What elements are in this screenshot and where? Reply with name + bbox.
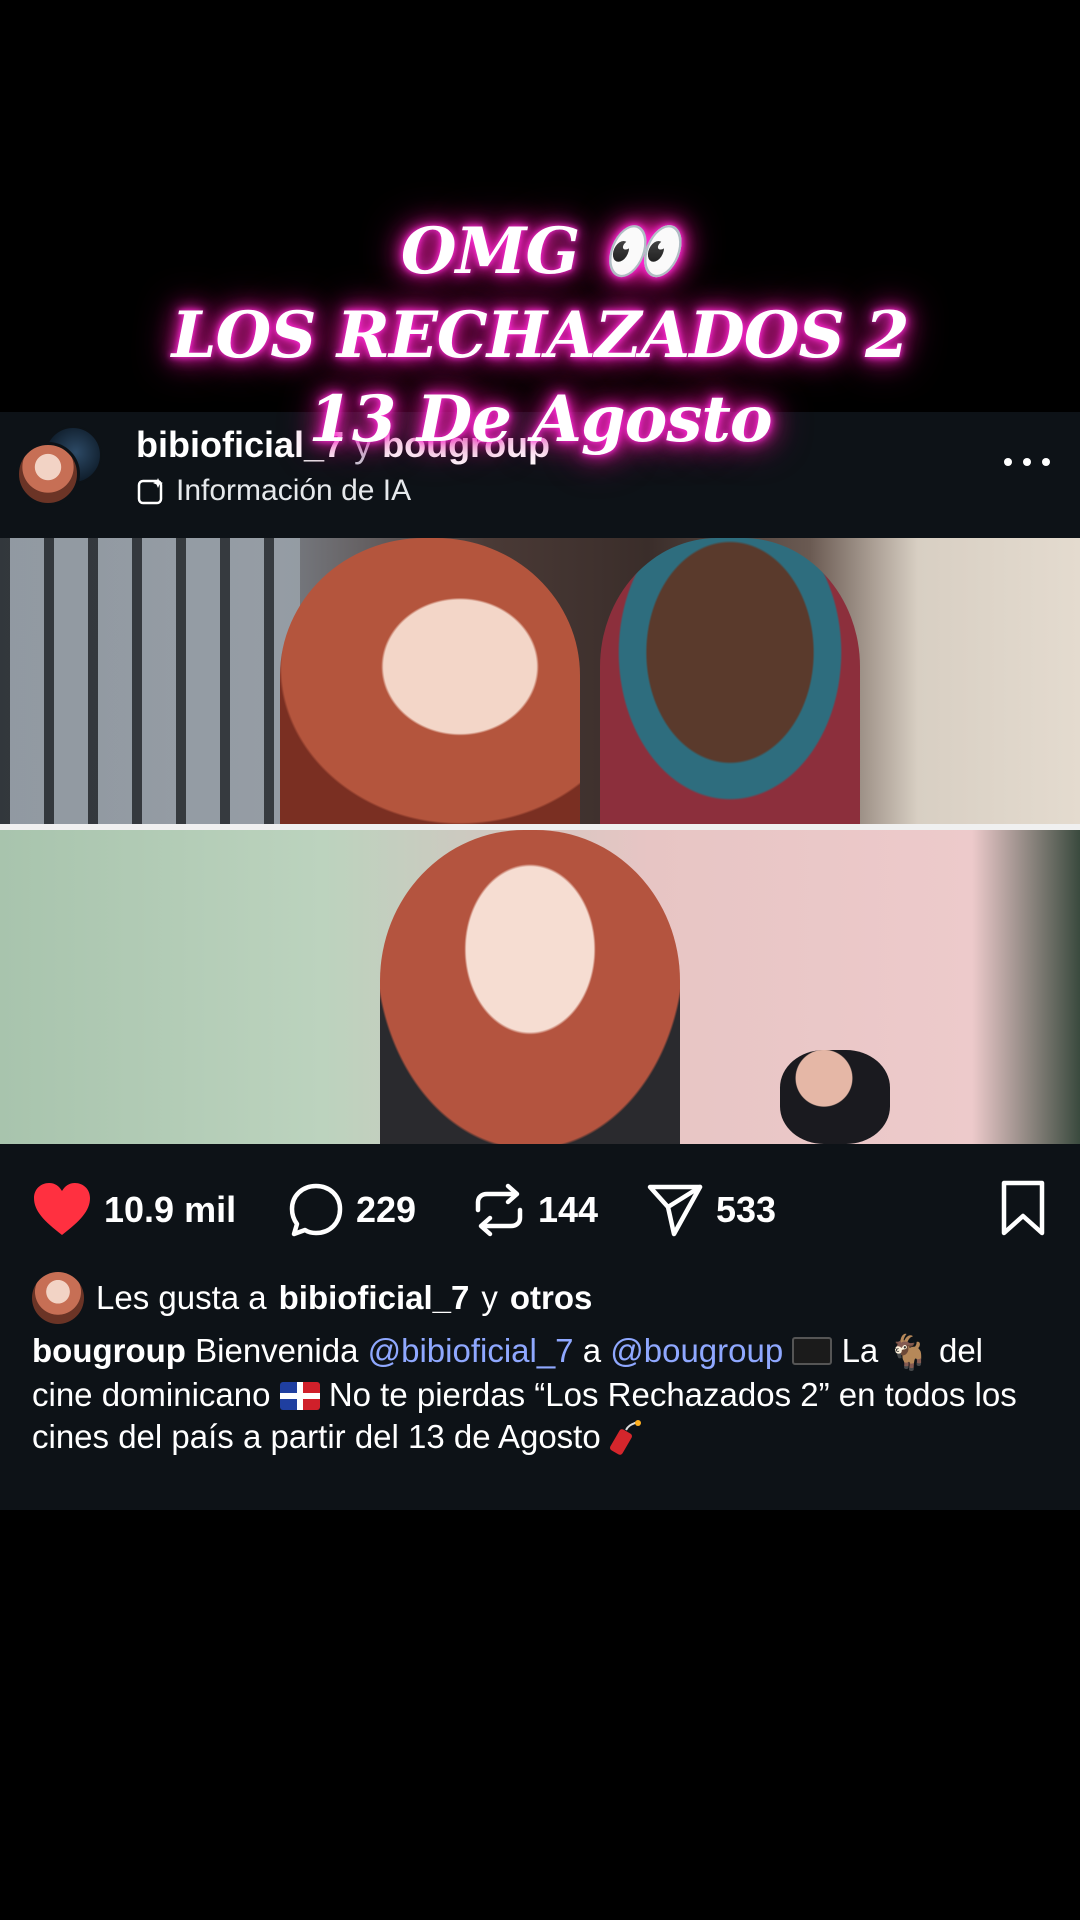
woman-red-hair: [280, 538, 580, 824]
comment-count: 229: [356, 1189, 417, 1230]
like-action[interactable]: 10.9 mil: [32, 1182, 236, 1238]
liker-username[interactable]: bibioficial_7: [279, 1279, 470, 1317]
caption-mention-2[interactable]: @bougroup: [610, 1332, 783, 1369]
overlay-line-2: LOS RECHAZADOS 2: [171, 298, 910, 373]
post-caption: bougroup Bienvenida @bibioficial_7 a @bo…: [32, 1330, 1052, 1458]
caption-mention-1[interactable]: @bibioficial_7: [368, 1332, 574, 1369]
share-count: 533: [716, 1189, 777, 1230]
firecracker-icon: [609, 1419, 641, 1455]
caption-username[interactable]: bougroup: [32, 1332, 186, 1369]
dominican-flag-icon: [279, 1381, 320, 1410]
instagram-post: bibioficial_7 y bougroup Información de …: [0, 412, 1080, 1510]
repost-count: 144: [538, 1189, 599, 1230]
ai-info-icon: [137, 478, 163, 505]
share-action[interactable]: 533: [646, 1182, 776, 1238]
likes-summary[interactable]: Les gusta a bibioficial_7 y otros: [32, 1272, 592, 1324]
black-flag-icon: [792, 1337, 833, 1366]
repost-action[interactable]: 144: [472, 1182, 598, 1238]
media-frame-bottom: [0, 830, 1080, 1144]
metal-grate: [0, 538, 300, 824]
likes-prefix: Les gusta a: [96, 1279, 267, 1316]
liker-avatar: [32, 1272, 84, 1324]
ai-info-label: Información de IA: [176, 474, 412, 507]
comment-action[interactable]: 229: [288, 1182, 416, 1238]
like-count: 10.9 mil: [104, 1189, 237, 1230]
woman-portrait: [380, 830, 680, 1144]
goat-icon: 🐐: [887, 1334, 930, 1373]
likes-connector: y: [481, 1279, 498, 1316]
ai-info-link[interactable]: Información de IA: [136, 474, 411, 508]
likes-others[interactable]: otros: [510, 1279, 593, 1317]
media-frame-top: [0, 538, 1080, 824]
overlay-line-3: 13 De Agosto: [308, 382, 772, 457]
post-media[interactable]: [0, 538, 1080, 1144]
post-actions: 10.9 mil 229 144 533: [0, 1152, 1080, 1252]
comment-icon: [289, 1183, 343, 1237]
caption-text-1: Bienvenida: [195, 1332, 359, 1369]
overlay-line-1: OMG 👀: [400, 214, 680, 289]
video-overlay-title: OMG 👀 LOS RECHAZADOS 2 13 De Agosto: [0, 210, 1080, 462]
repost-icon: [475, 1183, 523, 1237]
man-blue-dreads: [600, 538, 860, 824]
save-action[interactable]: [1000, 1180, 1046, 1241]
gloved-hand: [780, 1050, 890, 1144]
send-icon: [647, 1184, 703, 1237]
caption-text-2: a: [582, 1332, 602, 1369]
bookmark-icon: [1001, 1180, 1045, 1236]
caption-text-3: La: [841, 1332, 879, 1369]
heart-icon: [34, 1183, 90, 1235]
